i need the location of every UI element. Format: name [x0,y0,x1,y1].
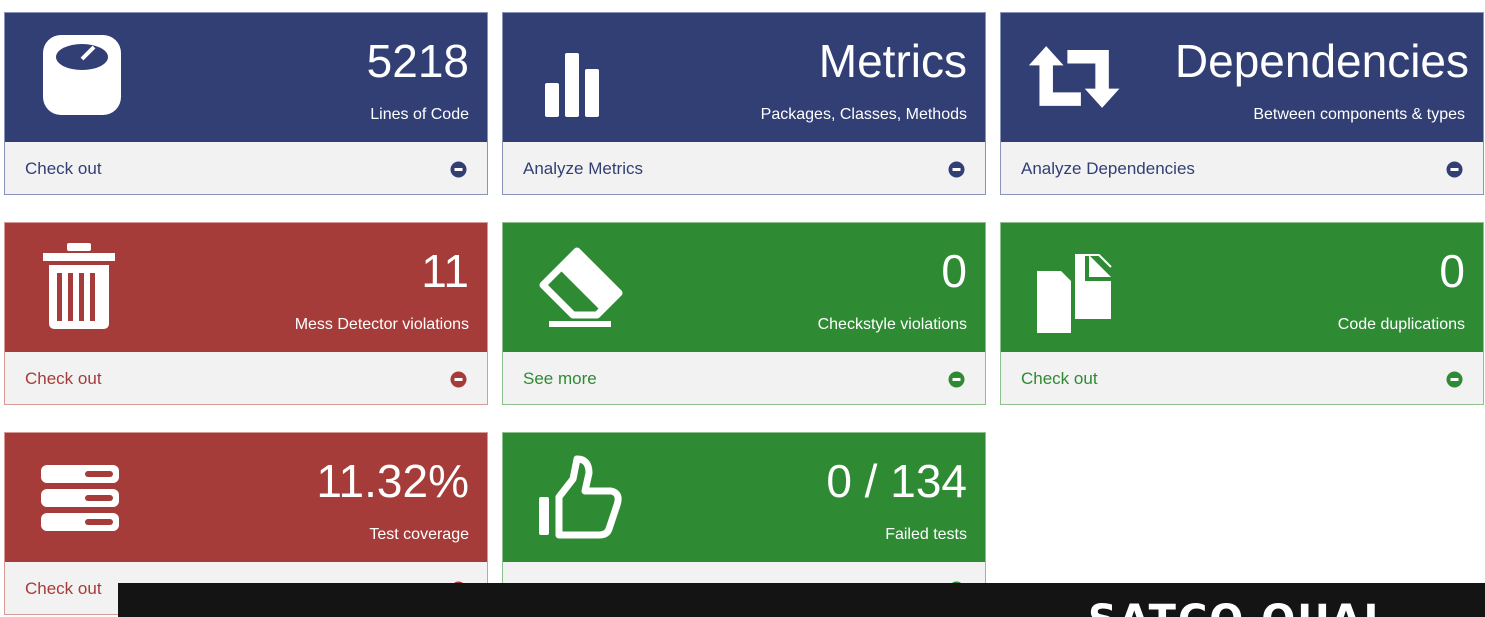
analyze-dependencies-link[interactable]: Analyze Dependencies [1001,142,1483,194]
link-label: Check out [25,369,102,388]
arrow-circle-right-icon [1446,371,1463,388]
lines-of-code-link[interactable]: Check out [5,142,487,194]
thumbs-up-icon [539,455,622,539]
metrics-panel: Metrics Packages, Classes, Methods Analy… [502,12,986,195]
arrow-circle-right-icon [948,161,965,178]
retweet-icon [1028,46,1120,108]
checkstyle-label: Checkstyle violations [817,316,967,333]
failed-tests-value: 0 / 134 [826,455,967,507]
test-coverage-value: 11.32% [316,455,469,507]
link-label: See more [523,369,597,388]
panel-header: 11 Mess Detector violations [5,223,487,352]
scale-icon [43,35,121,115]
dependencies-panel: Dependencies Between components & types … [1000,12,1484,195]
arrow-circle-right-icon [948,371,965,388]
dependencies-label: Between components & types [1253,106,1465,123]
copy-icon [1037,254,1112,333]
code-duplications-link[interactable]: Check out [1001,352,1483,404]
mess-detector-panel: 11 Mess Detector violations Check out [4,222,488,405]
dependencies-title: Dependencies [1174,35,1469,87]
trash-icon [43,243,115,329]
eraser-icon [539,247,623,327]
arrow-circle-right-icon [450,371,467,388]
mess-detector-value: 11 [421,245,469,297]
link-label: Check out [1021,369,1098,388]
code-duplications-label: Code duplications [1337,316,1465,333]
analyze-metrics-link[interactable]: Analyze Metrics [503,142,985,194]
server-icon [41,465,119,531]
checkstyle-panel: 0 Checkstyle violations See more [502,222,986,405]
link-label: Analyze Dependencies [1021,159,1195,178]
panel-header: 5218 Lines of Code [5,13,487,142]
failed-tests-label: Failed tests [885,526,967,543]
checkstyle-value: 0 [941,245,967,297]
panel-header: 11.32% Test coverage [5,433,487,562]
bar-chart-icon [545,53,599,117]
code-duplications-value: 0 [1439,245,1465,297]
metrics-title: Metrics [818,35,967,87]
link-label: Analyze Metrics [523,159,643,178]
panel-header: Dependencies Between components & types [1001,13,1483,142]
checkstyle-see-more-link[interactable]: See more [503,352,985,404]
overlay-banner-text: SATCO QUAL [1088,597,1391,617]
test-coverage-label: Test coverage [369,526,469,543]
code-duplications-panel: 0 Code duplications Check out [1000,222,1484,405]
mess-detector-label: Mess Detector violations [294,316,469,333]
overlay-banner: SATCO QUAL [118,583,1485,617]
arrow-circle-right-icon [450,161,467,178]
lines-of-code-value: 5218 [366,35,469,87]
link-label: Check out [25,159,102,178]
lines-of-code-panel: 5218 Lines of Code Check out [4,12,488,195]
panel-header: 0 Code duplications [1001,223,1483,352]
mess-detector-link[interactable]: Check out [5,352,487,404]
arrow-circle-right-icon [1446,161,1463,178]
panel-header: 0 Checkstyle violations [503,223,985,352]
panel-header: 0 / 134 Failed tests [503,433,985,562]
link-label: Check out [25,579,102,598]
metrics-label: Packages, Classes, Methods [760,106,967,123]
panel-header: Metrics Packages, Classes, Methods [503,13,985,142]
lines-of-code-label: Lines of Code [370,106,469,123]
